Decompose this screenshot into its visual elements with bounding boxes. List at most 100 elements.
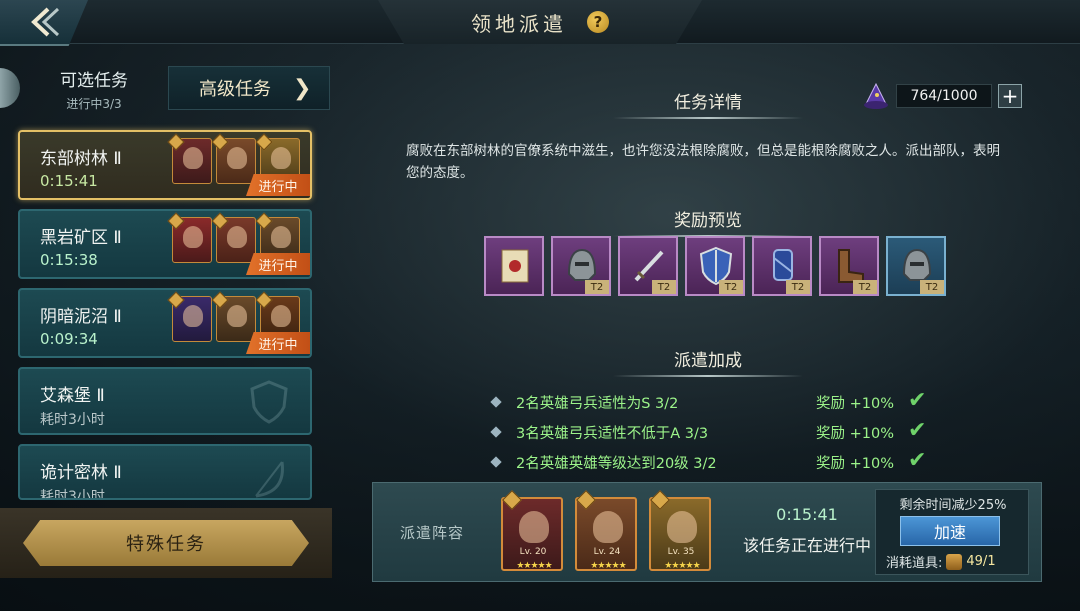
bonus-row: 3名英雄弓兵适性不低于A 3/3 奖励 +10% ✔ [490, 418, 942, 450]
tab-advanced-tasks[interactable]: 高级任务 ❯ [168, 66, 330, 110]
rank-icon [502, 490, 522, 510]
hero-portrait[interactable]: Lv. 35 ★★★★★ [649, 490, 711, 571]
task-card-black-rock-mine[interactable]: 黑岩矿区 Ⅱ 0:15:38 进行中 [18, 209, 312, 279]
hero-portrait[interactable]: Lv. 24 ★★★★★ [575, 490, 637, 571]
hero-portrait [211, 133, 256, 184]
hero-stars: ★★★★★ [516, 561, 552, 571]
hero-portrait [167, 291, 212, 342]
task-timer: 0:15:41 [40, 172, 98, 190]
lineup-status: 0:15:41 该任务正在进行中 [727, 505, 887, 556]
reward-list: T2 T2 T2 T2 T2 T2 [484, 236, 946, 296]
reward-item[interactable] [484, 236, 544, 296]
tier-badge: T2 [652, 280, 676, 294]
reward-item[interactable]: T2 [551, 236, 611, 296]
reward-item[interactable]: T2 [685, 236, 745, 296]
chevron-right-icon: ❯ [293, 75, 312, 101]
bonus-condition: 2名英雄弓兵适性为S 3/2 [516, 396, 679, 412]
tier-badge: T2 [585, 280, 609, 294]
title-plate: 领地派遣 ? [378, 0, 702, 44]
speedup-panel: 剩余时间减少25% 加速 消耗道具: 49/1 [875, 489, 1029, 575]
reward-item[interactable]: T2 [886, 236, 946, 296]
details-title: 任务详情 [674, 93, 742, 113]
hero-portrait [211, 291, 256, 342]
bonus-list: 2名英雄弓兵适性为S 3/2 奖励 +10% ✔ 3名英雄弓兵适性不低于A 3/… [490, 388, 942, 480]
reward-item[interactable]: T2 [618, 236, 678, 296]
dispatch-lineup: 派遣阵容 Lv. 20 ★★★★★ Lv. 24 ★★★★★ Lv. 35 ★★… [372, 482, 1042, 582]
task-duration: 耗时3小时 [40, 412, 105, 428]
collapse-handle[interactable] [0, 68, 20, 108]
task-card-eastern-woods[interactable]: 东部树林 Ⅱ 0:15:41 进行中 [18, 130, 312, 200]
rank-icon [167, 133, 185, 151]
rank-icon [211, 212, 229, 230]
bullet-icon [490, 456, 502, 468]
rewards-section-title: 奖励预览 [608, 206, 808, 237]
resource-value: 764/1000 [896, 84, 992, 108]
rank-icon [255, 291, 273, 309]
special-task-bar: 特殊任务 [0, 508, 332, 578]
bonus-title: 派遣加成 [674, 351, 742, 371]
page-title: 领地派遣 [471, 11, 567, 36]
bonus-condition: 3名英雄弓兵适性不低于A 3/3 [516, 426, 709, 442]
tier-badge: T2 [719, 280, 743, 294]
status-badge: 进行中 [246, 332, 310, 354]
task-card-eisenburg[interactable]: 艾森堡 Ⅱ 耗时3小时 [18, 367, 312, 435]
task-name: 阴暗泥沼 Ⅱ [40, 307, 122, 327]
back-arrow-icon [31, 7, 60, 37]
help-icon[interactable]: ? [587, 11, 609, 33]
resource-counter: 764/1000 + [862, 82, 1022, 110]
lineup-label: 派遣阵容 [399, 523, 464, 542]
hero-level: Lv. 35 [667, 547, 695, 557]
tab-available-tasks[interactable]: 可选任务 进行中3/3 [24, 58, 164, 118]
bullet-icon [490, 426, 502, 438]
consume-label: 消耗道具: [886, 556, 943, 571]
speedup-info: 剩余时间减少25% [899, 498, 1007, 513]
scroll-icon [501, 249, 529, 283]
tab-available-label: 可选任务 [60, 71, 128, 91]
speedup-item-icon [946, 553, 963, 570]
task-name: 艾森堡 Ⅱ [40, 386, 105, 406]
bonus-reward: 奖励 +10% [816, 456, 894, 472]
title-divider [613, 117, 803, 119]
add-resource-button[interactable]: + [998, 84, 1022, 108]
task-card-trick-forest[interactable]: 诡计密林 Ⅱ 耗时3小时 [18, 444, 312, 500]
bullet-icon [490, 396, 502, 408]
tier-badge: T2 [786, 280, 810, 294]
tier-badge: T2 [920, 280, 944, 294]
rewards-title: 奖励预览 [674, 211, 742, 231]
task-name: 诡计密林 Ⅱ [40, 463, 122, 483]
task-list: 东部树林 Ⅱ 0:15:41 进行中 黑岩矿区 Ⅱ 0:15:38 进行中 阴暗… [18, 130, 312, 509]
hero-stars: ★★★★★ [590, 561, 626, 571]
special-task-button[interactable]: 特殊任务 [23, 520, 309, 566]
task-name: 黑岩矿区 Ⅱ [40, 228, 122, 248]
check-icon: ✔ [908, 448, 927, 473]
task-details-panel: 任务详情 764/1000 + 腐败在东部树林的官僚系统中滋生，也许您没法根除腐… [372, 60, 1052, 582]
tab-advanced-label: 高级任务 [199, 79, 271, 100]
hero-portrait[interactable]: Lv. 20 ★★★★★ [501, 490, 563, 571]
status-badge: 进行中 [246, 174, 310, 196]
hero-level: Lv. 24 [593, 547, 621, 557]
hero-level: Lv. 20 [519, 547, 547, 557]
bow-emblem-icon [255, 461, 284, 498]
task-card-dark-swamp[interactable]: 阴暗泥沼 Ⅱ 0:09:34 进行中 [18, 288, 312, 358]
task-duration: 耗时3小时 [40, 489, 105, 500]
reward-item[interactable]: T2 [752, 236, 812, 296]
bonus-row: 2名英雄英雄等级达到20级 3/2 奖励 +10% ✔ [490, 448, 942, 480]
rank-icon [211, 291, 229, 309]
task-sidebar: 可选任务 进行中3/3 高级任务 ❯ 东部树林 Ⅱ 0:15:41 进行中 黑岩… [0, 48, 332, 578]
task-tabs: 可选任务 进行中3/3 高级任务 ❯ [0, 58, 332, 118]
speedup-button[interactable]: 加速 [900, 516, 1000, 546]
rank-icon [167, 212, 185, 230]
back-button[interactable] [0, 0, 88, 46]
remaining-time: 0:15:41 [776, 505, 838, 524]
task-timer: 0:09:34 [40, 330, 98, 348]
check-icon: ✔ [908, 388, 927, 413]
reward-item[interactable]: T2 [819, 236, 879, 296]
rank-icon [650, 490, 670, 510]
title-divider [613, 375, 803, 377]
bonus-section-title: 派遣加成 [608, 346, 808, 377]
check-icon: ✔ [908, 418, 927, 443]
status-badge: 进行中 [246, 253, 310, 275]
bonus-row: 2名英雄弓兵适性为S 3/2 奖励 +10% ✔ [490, 388, 942, 420]
rank-icon [255, 212, 273, 230]
bonus-condition: 2名英雄英雄等级达到20级 3/2 [516, 456, 717, 472]
